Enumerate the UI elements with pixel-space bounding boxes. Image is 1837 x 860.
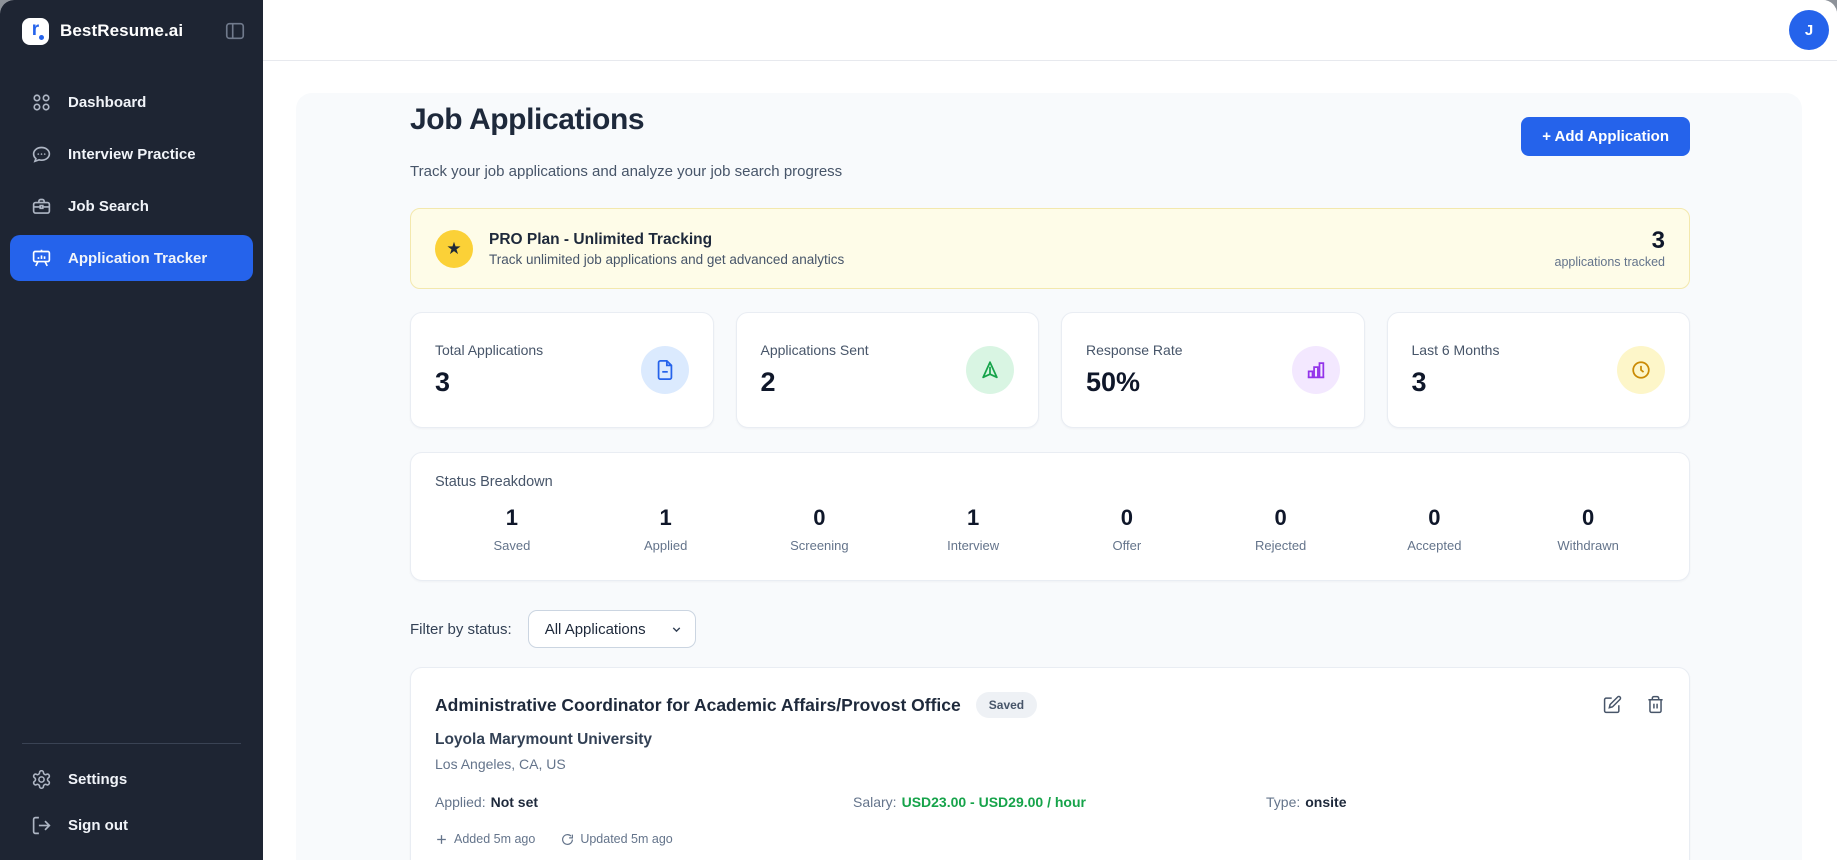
stat-card-last-6-months: Last 6 Months 3 bbox=[1386, 312, 1690, 428]
status-item-screening: 0 Screening bbox=[790, 505, 849, 553]
clock-icon bbox=[1617, 346, 1665, 394]
topbar: J bbox=[263, 0, 1837, 61]
updated-meta: Updated 5m ago bbox=[561, 832, 673, 846]
status-item-accepted: 0 Accepted bbox=[1407, 505, 1462, 553]
main-content: Job Applications + Add Application Track… bbox=[263, 61, 1837, 860]
sidebar-item-settings[interactable]: Settings bbox=[10, 756, 253, 802]
pro-plan-banner: ★ PRO Plan - Unlimited Tracking Track un… bbox=[410, 208, 1690, 289]
pro-plan-text: PRO Plan - Unlimited Tracking Track unli… bbox=[489, 231, 1555, 267]
edit-icon[interactable] bbox=[1603, 695, 1622, 714]
job-application-card: Administrative Coordinator for Academic … bbox=[410, 667, 1690, 860]
job-title: Administrative Coordinator for Academic … bbox=[435, 694, 961, 715]
stat-value: 50% bbox=[1086, 367, 1141, 397]
stat-value: 2 bbox=[760, 367, 776, 397]
logout-icon bbox=[30, 815, 52, 836]
sidebar: r BestResume.ai Dashboard Interview Prac… bbox=[0, 0, 263, 860]
page-title: Job Applications bbox=[410, 103, 645, 136]
job-company: Loyola Marymount University bbox=[435, 731, 653, 748]
bar-chart-icon bbox=[1291, 346, 1340, 394]
status-item-applied: 1 Applied bbox=[643, 505, 688, 553]
sidebar-item-sign-out[interactable]: Sign out bbox=[10, 802, 253, 848]
plus-icon bbox=[435, 833, 448, 846]
briefcase-icon bbox=[30, 196, 52, 217]
refresh-icon bbox=[561, 833, 574, 846]
job-actions bbox=[1603, 692, 1665, 714]
sidebar-item-label: Application Tracker bbox=[68, 249, 208, 267]
job-location: Los Angeles, CA, US bbox=[435, 756, 566, 772]
job-type: Type: onsite bbox=[1266, 794, 1347, 810]
brand-logo: r bbox=[22, 17, 49, 45]
status-filter-select[interactable]: All Applications bbox=[527, 610, 696, 648]
user-avatar[interactable]: J bbox=[1789, 10, 1829, 50]
sidebar-divider bbox=[22, 743, 241, 744]
status-item-withdrawn: 0 Withdrawn bbox=[1557, 505, 1619, 553]
chat-bubble-icon bbox=[30, 144, 52, 165]
sidebar-footer: Settings Sign out bbox=[0, 743, 263, 848]
stat-label: Total Applications bbox=[435, 342, 544, 358]
applications-tracked-count: 3 bbox=[1651, 227, 1665, 255]
status-item-rejected: 0 Rejected bbox=[1254, 505, 1307, 553]
status-breakdown-grid: 1 Saved 1 Applied 0 Screening 1 Intervie… bbox=[435, 505, 1665, 553]
status-item-interview: 1 Interview bbox=[947, 505, 1000, 553]
logo-row: r BestResume.ai bbox=[0, 0, 263, 62]
pro-plan-subtitle: Track unlimited job applications and get… bbox=[489, 251, 845, 267]
brand-name: BestResume.ai bbox=[60, 21, 184, 40]
document-icon bbox=[640, 346, 689, 394]
status-badge: Saved bbox=[975, 692, 1038, 718]
pro-plan-title: PRO Plan - Unlimited Tracking bbox=[489, 230, 713, 248]
page-subtitle: Track your job applications and analyze … bbox=[410, 163, 843, 180]
sidebar-item-application-tracker[interactable]: Application Tracker bbox=[10, 235, 253, 281]
stat-card-response-rate: Response Rate 50% bbox=[1061, 312, 1365, 428]
status-breakdown-card: Status Breakdown 1 Saved 1 Applied 0 Scr… bbox=[410, 452, 1690, 581]
filter-label: Filter by status: bbox=[410, 620, 512, 638]
selected-option: All Applications bbox=[544, 620, 646, 638]
presentation-chart-icon bbox=[30, 248, 52, 269]
sidebar-nav: Dashboard Interview Practice Job Search … bbox=[0, 79, 263, 281]
stat-card-total-applications: Total Applications 3 bbox=[410, 312, 714, 428]
stat-label: Applications Sent bbox=[760, 342, 869, 358]
sidebar-item-label: Sign out bbox=[68, 816, 128, 834]
job-footer: Added 5m ago Updated 5m ago bbox=[435, 832, 1665, 846]
content-panel: Job Applications + Add Application Track… bbox=[296, 93, 1802, 860]
send-icon bbox=[966, 346, 1014, 394]
pro-plan-count: 3 applications tracked bbox=[1554, 227, 1665, 269]
added-meta: Added 5m ago bbox=[435, 832, 535, 846]
applications-tracked-label: applications tracked bbox=[1554, 254, 1665, 269]
stats-row: Total Applications 3 Applications Sent 2 bbox=[410, 312, 1690, 428]
status-breakdown-title: Status Breakdown bbox=[435, 474, 553, 490]
status-item-saved: 1 Saved bbox=[493, 505, 531, 553]
filter-row: Filter by status: All Applications bbox=[410, 610, 1690, 648]
sidebar-item-job-search[interactable]: Job Search bbox=[10, 183, 253, 229]
stat-label: Response Rate bbox=[1086, 342, 1183, 358]
gear-icon bbox=[30, 769, 52, 790]
sidebar-item-label: Job Search bbox=[68, 197, 149, 215]
status-item-offer: 0 Offer bbox=[1112, 505, 1142, 553]
sidebar-item-interview-practice[interactable]: Interview Practice bbox=[10, 131, 253, 177]
chevron-down-icon bbox=[670, 623, 683, 636]
page-header: Job Applications + Add Application bbox=[410, 103, 1690, 156]
job-details: Applied: Not set Salary: USD23.00 - USD29.… bbox=[435, 794, 1665, 810]
stat-value: 3 bbox=[435, 367, 451, 397]
sidebar-collapse-icon[interactable] bbox=[224, 20, 246, 42]
job-salary: Salary: USD23.00 - USD29.00 / hour bbox=[853, 794, 1086, 810]
sidebar-item-label: Settings bbox=[68, 770, 128, 788]
grid-icon bbox=[30, 92, 52, 113]
stat-value: 3 bbox=[1411, 367, 1427, 397]
sidebar-item-label: Dashboard bbox=[68, 93, 147, 111]
job-applied: Applied: Not set bbox=[435, 794, 539, 810]
trash-icon[interactable] bbox=[1646, 695, 1665, 714]
add-application-button[interactable]: + Add Application bbox=[1521, 117, 1690, 156]
stat-card-applications-sent: Applications Sent 2 bbox=[735, 312, 1039, 428]
star-icon: ★ bbox=[435, 229, 473, 268]
sidebar-item-dashboard[interactable]: Dashboard bbox=[10, 79, 253, 125]
app-window: r BestResume.ai Dashboard Interview Prac… bbox=[0, 0, 1837, 860]
sidebar-item-label: Interview Practice bbox=[68, 145, 196, 163]
stat-label: Last 6 Months bbox=[1411, 342, 1500, 358]
